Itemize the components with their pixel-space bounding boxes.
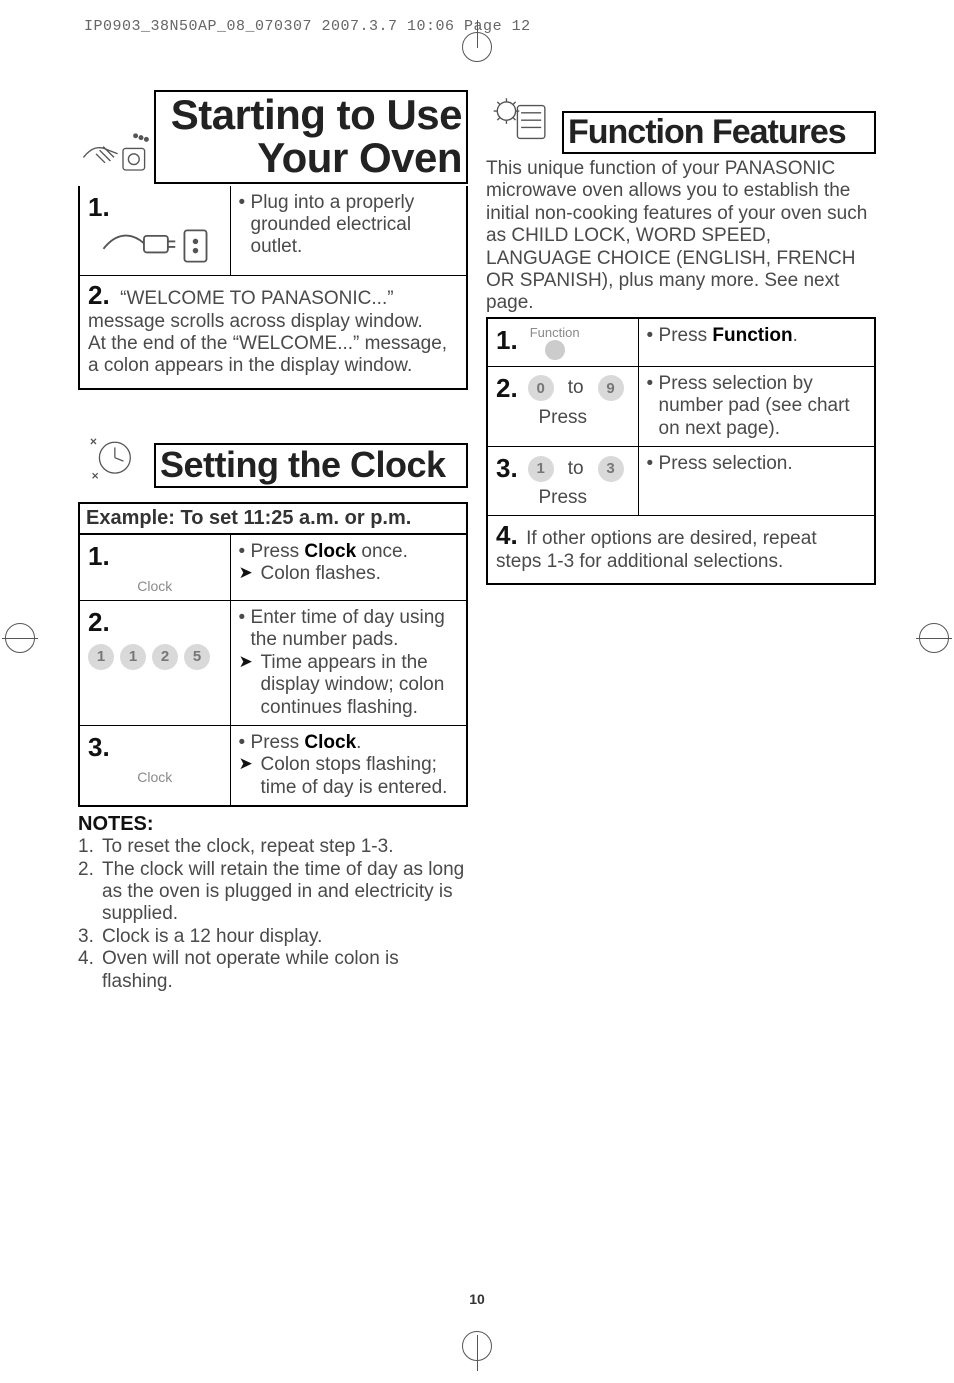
clock-step-2-arrow: Time appears in the display window; colo… — [239, 652, 458, 719]
page-main: Starting to Use Your Oven 1. — [78, 90, 876, 1303]
clock-key-label-1: Clock — [137, 578, 172, 594]
starting-step-1-text: Plug into a properly grounded electrical… — [239, 192, 458, 259]
title-line-1: Starting to Use — [171, 91, 462, 138]
func-step-3-num: 3. — [496, 453, 518, 484]
keypad-1b: 1 — [120, 644, 146, 670]
plug-outlet-icon — [88, 223, 222, 269]
title-line-2: Your Oven — [257, 134, 462, 181]
clock-step-2-num: 2. — [88, 607, 222, 638]
clock-step-3-arrow: Colon stops flash­ing; time of day is en… — [239, 754, 458, 799]
clock-key-label-3: Clock — [137, 769, 172, 785]
keypad-1: 1 — [528, 456, 554, 482]
clock-step-1-num: 1. — [88, 541, 222, 572]
hand-oven-icon — [78, 120, 150, 184]
function-intro-text: This unique function of your PANASONIC m… — [486, 158, 876, 315]
func-step-1-num: 1. — [496, 325, 518, 356]
starting-step-2-num: 2. — [88, 280, 110, 310]
clock-step-3-num: 3. — [88, 732, 222, 763]
clock-step-1-arrow: Colon flashes. — [239, 563, 458, 585]
clock-sparkle-icon — [78, 424, 150, 488]
func-step-2-bullet: Press selection by number pad (see chart… — [647, 373, 866, 440]
notes-heading: NOTES: — [78, 813, 468, 836]
crop-mark-bottom — [463, 1331, 491, 1371]
func-step-4-text: If other options are desired, repeat ste… — [496, 528, 817, 572]
page-number: 10 — [469, 1291, 485, 1307]
func-step-1-bullet: Press Function. — [647, 325, 866, 347]
right-column: Function Features This unique function o… — [486, 90, 876, 1303]
left-column: Starting to Use Your Oven 1. — [78, 90, 468, 1303]
keypad-9: 9 — [598, 375, 624, 401]
clock-step-3-bullet: Press Clock. — [239, 732, 458, 754]
keypad-2: 2 — [152, 644, 178, 670]
clock-step-2-bullet: Enter time of day using the number pads. — [239, 607, 458, 652]
func-step-4-num: 4. — [496, 520, 518, 550]
clock-example-bar: Example: To set 11:25 a.m. or p.m. — [78, 502, 468, 533]
func-step-3-bullet: Press selection. — [647, 453, 866, 475]
section-title-starting: Starting to Use Your Oven — [160, 94, 462, 180]
keypad-5: 5 — [184, 644, 210, 670]
crop-mark-top — [463, 20, 491, 48]
gear-icon — [545, 340, 565, 360]
keypad-1a: 1 — [88, 644, 114, 670]
function-key-icon: Function — [530, 325, 580, 360]
keypad-3: 3 — [598, 456, 624, 482]
press-label-2: Press — [496, 487, 630, 509]
keypad-0: 0 — [528, 375, 554, 401]
starting-step-1-num: 1. — [88, 192, 222, 223]
section-title-clock: Setting the Clock — [160, 447, 462, 484]
section-title-function: Function Features — [568, 115, 870, 150]
function-section-icon — [486, 90, 558, 154]
to-label-2: to — [568, 458, 584, 480]
func-step-2-num: 2. — [496, 373, 518, 404]
notes-list: 1.To reset the clock, repeat step 1-3. 2… — [78, 836, 468, 993]
starting-step-2-text: “WELCOME TO PANASONIC...” message scroll… — [88, 288, 447, 377]
crop-mark-right — [916, 620, 952, 656]
crop-mark-left — [2, 620, 38, 656]
to-label-1: to — [568, 377, 584, 399]
press-label-1: Press — [496, 407, 630, 429]
clock-step-1-bullet: Press Clock once. — [239, 541, 458, 563]
